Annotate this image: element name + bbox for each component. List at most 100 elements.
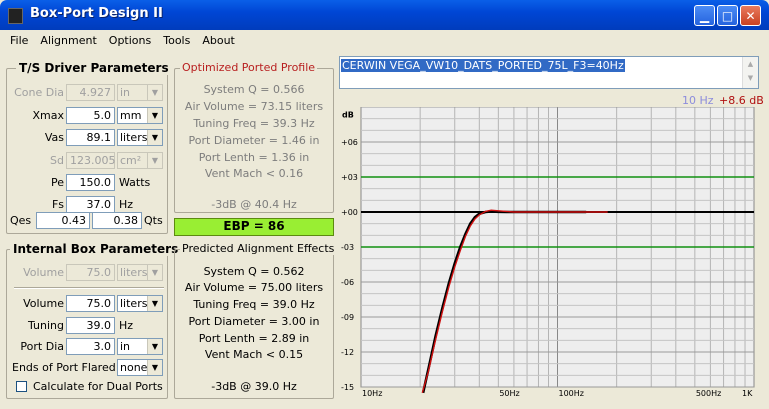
y-tick-label: +00 — [341, 208, 358, 217]
opt-air-volume: Air Volume = 73.15 liters — [184, 100, 324, 113]
sd-field[interactable]: 123.005 — [66, 152, 116, 169]
fs-field[interactable]: 37.0 — [66, 196, 115, 213]
xmax-field[interactable]: 5.0 — [66, 107, 115, 124]
opt-tuning-freq: Tuning Freq = 39.3 Hz — [193, 117, 315, 130]
optimized-profile-title: Optimized Ported Profile — [180, 61, 318, 74]
cone-dia-field[interactable]: 4.927 — [66, 84, 115, 101]
minimize-button[interactable]: ▁ — [694, 5, 715, 26]
y-axis-label: dB — [342, 111, 354, 120]
vas-unit-select[interactable]: liters ▼ — [117, 129, 163, 146]
frequency-response-graph[interactable]: dB +06 +03 +00 -03 -06 -09 -12 -15 10Hz 50Hz 100Hz 5… — [339, 107, 757, 397]
menu-options[interactable]: Options — [103, 30, 157, 47]
sd-label: Sd — [50, 154, 64, 167]
port-dia-field[interactable]: 3.0 — [66, 338, 115, 355]
x-tick-label: 100Hz — [559, 389, 584, 397]
tuning-field[interactable]: 39.0 — [66, 317, 115, 334]
chevron-down-icon: ▼ — [147, 296, 162, 311]
y-tick-label: +06 — [341, 138, 358, 147]
opt-f3: -3dB @ 40.4 Hz — [211, 198, 297, 211]
pe-unit: Watts — [119, 176, 151, 189]
menu-alignment[interactable]: Alignment — [34, 30, 102, 47]
pred-tuning-freq: Tuning Freq = 39.0 Hz — [193, 298, 315, 311]
y-tick-label: -12 — [341, 348, 354, 357]
menu-tools[interactable]: Tools — [157, 30, 196, 47]
close-button[interactable]: ✕ — [740, 5, 761, 26]
ends-flared-label: Ends of Port Flared — [12, 361, 116, 374]
app-icon — [8, 8, 23, 24]
port-dia-label: Port Dia — [20, 340, 64, 353]
pred-port-diameter: Port Diameter = 3.00 in — [188, 315, 320, 328]
chevron-down-icon: ▼ — [147, 108, 162, 123]
tuning-unit: Hz — [119, 319, 134, 332]
y-tick-label: +03 — [341, 173, 358, 182]
x-tick-label: 50Hz — [499, 389, 519, 397]
pred-vent-mach: Vent Mach < 0.15 — [204, 348, 304, 361]
pred-system-q: System Q = 0.562 — [203, 265, 305, 278]
minimize-icon: ▁ — [699, 9, 710, 23]
chevron-down-icon: ▼ — [147, 360, 162, 375]
fs-label: Fs — [51, 198, 64, 211]
freq-readout: 10 Hz — [682, 94, 714, 107]
vas-field[interactable]: 89.1 — [66, 129, 115, 146]
menu-file[interactable]: File — [4, 30, 34, 47]
x-tick-label: 500Hz — [696, 389, 721, 397]
volume-top-unit-select[interactable]: liters ▼ — [117, 264, 163, 281]
qes-field[interactable]: 0.43 — [36, 212, 90, 229]
pe-field[interactable]: 150.0 — [66, 174, 115, 191]
scroll-up-icon[interactable]: ▲ — [743, 57, 758, 71]
close-icon: ✕ — [745, 9, 756, 23]
menu-bar: File Alignment Options Tools About — [4, 30, 765, 50]
selected-project-text: CERWIN VEGA_VW10_DATS_PORTED_75L_F3=40Hz — [341, 59, 625, 72]
opt-port-length: Port Lenth = 1.36 in — [198, 151, 310, 164]
maximize-button[interactable]: □ — [717, 5, 738, 26]
fs-unit: Hz — [119, 198, 134, 211]
pe-label: Pe — [50, 176, 64, 189]
y-tick-label: -03 — [341, 243, 354, 252]
qts-field[interactable]: 0.38 — [92, 212, 142, 229]
db-readout: +8.6 dB — [719, 94, 764, 107]
log-scrollbar[interactable]: ▲ ▼ — [742, 57, 758, 88]
cone-dia-label: Cone Dia — [14, 86, 64, 99]
box-params-title: Internal Box Parameters — [10, 242, 182, 256]
chevron-down-icon: ▼ — [147, 265, 162, 280]
volume-unit-select[interactable]: liters ▼ — [117, 295, 163, 312]
port-dia-unit-select[interactable]: in ▼ — [117, 338, 163, 355]
qes-label: Qes — [10, 214, 32, 227]
chevron-down-icon: ▼ — [147, 339, 162, 354]
dual-ports-checkbox[interactable] — [16, 381, 27, 392]
y-tick-label: -06 — [341, 278, 354, 287]
y-tick-label: -09 — [341, 313, 354, 322]
ends-flared-select[interactable]: none ▼ — [117, 359, 163, 376]
pred-air-volume: Air Volume = 75.00 liters — [184, 281, 324, 294]
dual-ports-label: Calculate for Dual Ports — [33, 380, 163, 393]
scroll-down-icon[interactable]: ▼ — [743, 71, 758, 85]
xmax-label: Xmax — [32, 109, 64, 122]
project-log-textbox[interactable]: CERWIN VEGA_VW10_DATS_PORTED_75L_F3=40Hz… — [339, 56, 759, 89]
chevron-down-icon: ▼ — [147, 153, 162, 168]
pred-port-length: Port Lenth = 2.89 in — [198, 332, 310, 345]
predicted-title: Predicted Alignment Effects — [180, 242, 337, 255]
cone-dia-unit-select[interactable]: in ▼ — [117, 84, 163, 101]
x-tick-label: 1K — [742, 389, 753, 397]
chevron-down-icon: ▼ — [147, 85, 162, 100]
opt-system-q: System Q = 0.566 — [203, 83, 305, 96]
volume-label: Volume — [23, 297, 64, 310]
chevron-down-icon: ▼ — [147, 130, 162, 145]
x-tick-label: 10Hz — [362, 389, 382, 397]
opt-port-diameter: Port Diameter = 1.46 in — [188, 134, 320, 147]
xmax-unit-select[interactable]: mm ▼ — [117, 107, 163, 124]
tuning-label: Tuning — [27, 319, 64, 332]
volume-field[interactable]: 75.0 — [66, 295, 115, 312]
volume-top-label: Volume — [23, 266, 64, 279]
qts-label: Qts — [144, 214, 163, 227]
divider — [14, 287, 164, 289]
volume-top-field[interactable]: 75.0 — [66, 264, 115, 281]
menu-about[interactable]: About — [196, 30, 241, 47]
ts-params-title: T/S Driver Parameters — [16, 61, 172, 75]
vas-label: Vas — [44, 131, 64, 144]
opt-vent-mach: Vent Mach < 0.16 — [204, 167, 304, 180]
ebp-indicator: EBP = 86 — [174, 218, 334, 236]
maximize-icon: □ — [721, 9, 734, 23]
window-title: Box-Port Design II — [30, 6, 163, 21]
sd-unit-select[interactable]: cm² ▼ — [117, 152, 163, 169]
